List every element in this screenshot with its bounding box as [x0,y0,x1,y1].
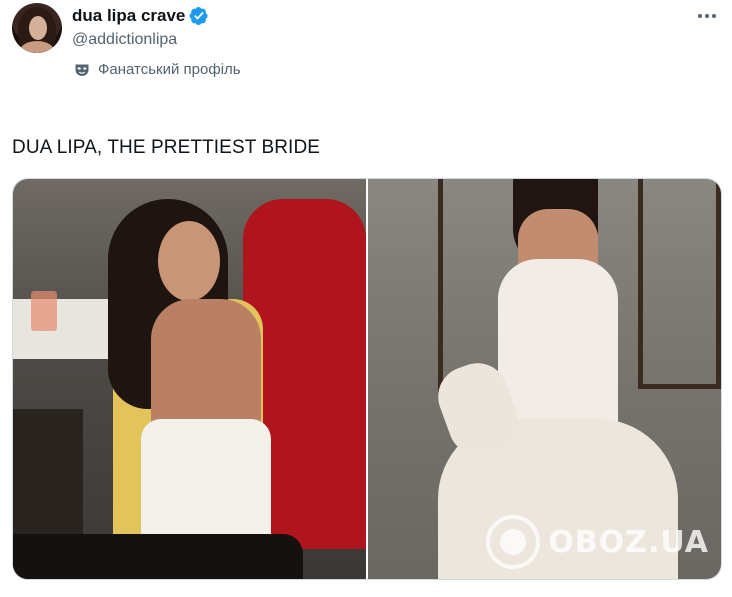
more-dot-icon [705,14,709,18]
glass-shape [31,291,57,331]
car-roof-shape [13,534,303,579]
profile-label: Фанатський профіль [74,61,241,78]
author-name-row: dua lipa crave [72,5,209,27]
handle[interactable]: @addictionlipa [72,31,177,49]
avatar[interactable] [12,3,62,53]
verified-badge-icon [189,7,208,25]
tweet-text: DUA LIPA, THE PRETTIEST BRIDE [12,137,321,158]
more-dot-icon [712,14,716,18]
face-shape [158,221,220,301]
tweet: dua lipa crave @addictionlipa Фанатський… [0,0,732,597]
profile-label-text: Фанатський профіль [98,61,241,78]
more-dot-icon [698,14,702,18]
display-name[interactable]: dua lipa crave [72,6,185,26]
media-grid: OBOZ.UA [12,178,722,580]
watermark: OBOZ.UA [486,515,709,569]
photo-right[interactable]: OBOZ.UA [368,179,721,579]
stool-shape [638,179,721,389]
watermark-text: OBOZ.UA [548,524,709,560]
globe-logo-icon [486,515,541,569]
avatar-face [29,16,47,40]
mask-icon [75,64,89,76]
more-options-button[interactable] [694,6,720,26]
photo-left[interactable] [13,179,366,579]
